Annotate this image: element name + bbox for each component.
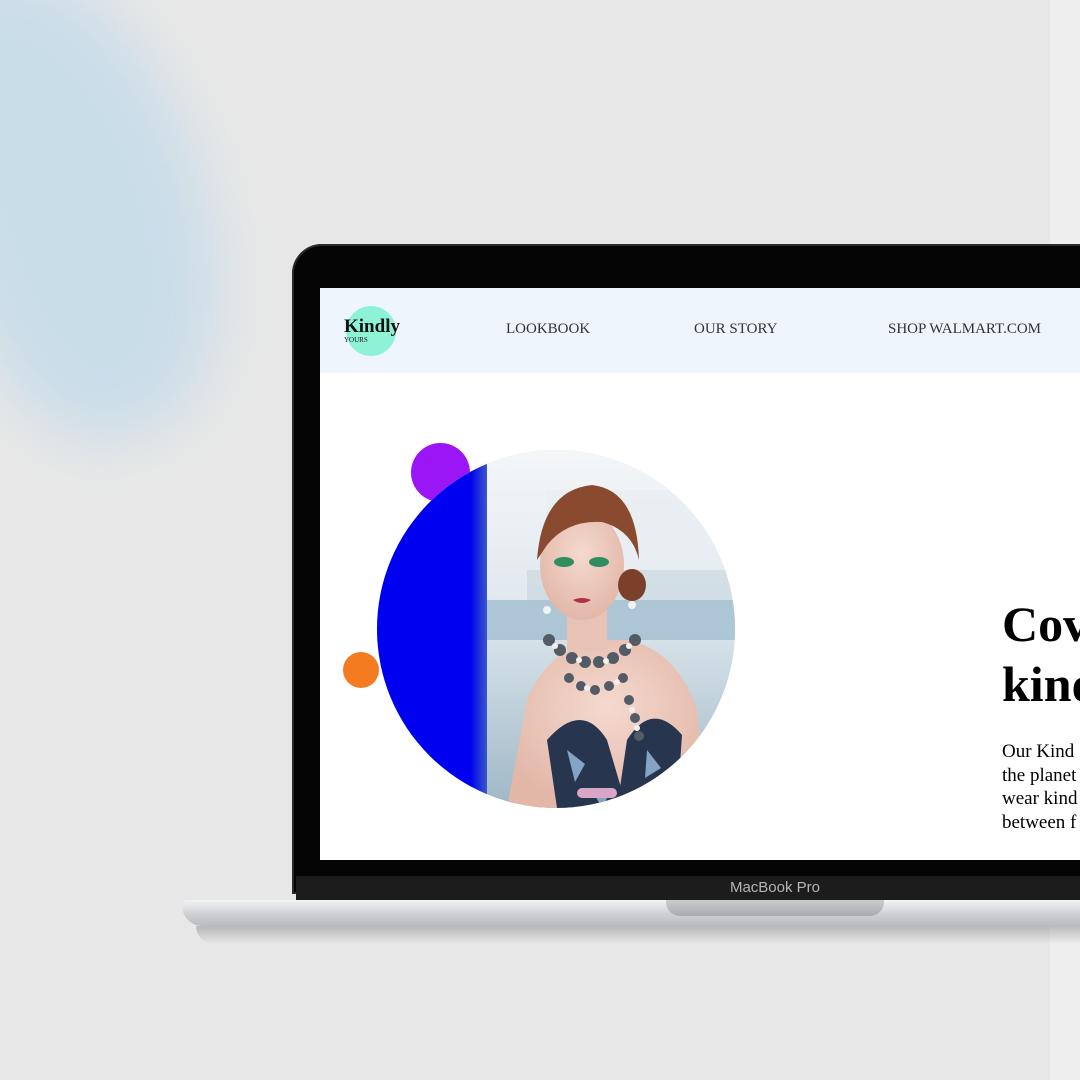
- laptop-base-shadow: [196, 926, 1080, 944]
- laptop-base: [182, 900, 1080, 926]
- nav-link-shop-walmart[interactable]: SHOP WALMART.COM: [888, 321, 1041, 338]
- hero-photo: [377, 450, 735, 808]
- hero-headline-line: Cov: [1002, 596, 1080, 652]
- logo-wordmark[interactable]: Kindly: [344, 316, 400, 338]
- hero-body-text: Our Kind the planet wear kind between f: [1002, 740, 1080, 834]
- hero-headline: Cov kind: [1002, 594, 1080, 714]
- hero-body-line: between f: [1002, 811, 1077, 833]
- laptop-opening-notch: [666, 900, 884, 916]
- hero-headline-line: kind: [1002, 656, 1080, 712]
- site-header: Kindly YOURS LOOKBOOK OUR STORY SHOP WAL…: [320, 288, 1080, 373]
- logo-subtitle: YOURS: [344, 336, 368, 344]
- background-blur-shape: [0, 0, 268, 469]
- hero-photo-illustration: [377, 450, 735, 808]
- hero-body-line: wear kind: [1002, 788, 1078, 809]
- nav-link-our-story[interactable]: OUR STORY: [694, 321, 778, 338]
- laptop-screen: Kindly YOURS LOOKBOOK OUR STORY SHOP WAL…: [320, 288, 1080, 860]
- nav-link-lookbook[interactable]: LOOKBOOK: [506, 321, 590, 338]
- decorative-orange-dot: [343, 652, 379, 688]
- hero-body-line: Our Kind: [1002, 741, 1075, 762]
- hero-body-line: the planet: [1002, 764, 1077, 786]
- laptop-brand-label: MacBook Pro: [729, 879, 821, 896]
